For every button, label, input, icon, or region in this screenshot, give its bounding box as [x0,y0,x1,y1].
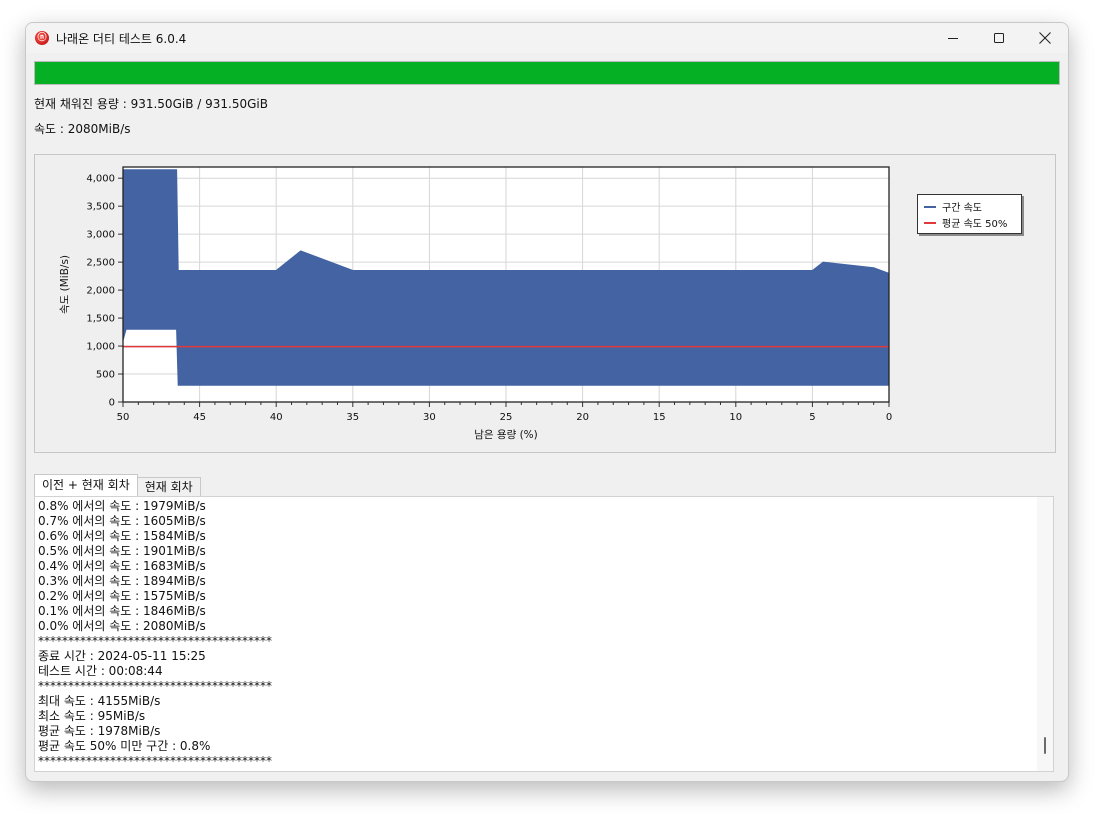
window-controls [930,23,1068,53]
log-line: 테스트 시간 : 00:08:44 [38,664,163,678]
legend-label-average: 평균 속도 50% [942,219,1008,230]
log-output[interactable]: 0.8% 에서의 속도 : 1979MiB/s 0.7% 에서의 속도 : 160… [34,496,1054,772]
legend-swatch-interval [924,205,936,208]
app-window: ⓝ 나래온 더티 테스트 6.0.4 현재 채워진 용량 : 931.50GiB… [25,22,1069,782]
log-line: 평균 속도 : 1978MiB/s [38,724,161,738]
x-tick-label: 5 [809,412,815,423]
x-tick-label: 20 [576,412,589,423]
legend-item-interval: 구간 속도 [924,199,982,214]
tab-current-round[interactable]: 현재 회차 [136,477,201,496]
x-tick-label: 35 [346,412,359,423]
legend-item-average: 평균 속도 50% [924,215,1007,230]
log-line: 종료 시간 : 2024-05-11 15:25 [38,649,206,663]
log-line: *************************************** [38,634,272,648]
log-line: *************************************** [38,754,272,768]
close-button[interactable] [1022,23,1068,53]
log-lines: 0.8% 에서의 속도 : 1979MiB/s 0.7% 에서의 속도 : 160… [38,499,272,769]
window-title: 나래온 더티 테스트 6.0.4 [56,31,187,46]
x-axis-label: 남은 용량 (%) [474,429,538,441]
speed-chart: 50 45 40 35 30 25 20 15 10 5 005001,0001,5002,0002… [59,166,892,441]
y-tick-label: 0 [109,398,115,409]
log-line: 0.2% 에서의 속도 : 1575MiB/s [38,589,206,603]
progress-bar [34,61,1060,85]
log-line: 평균 속도 50% 미만 구간 : 0.8% [38,739,211,753]
maximize-button[interactable] [976,23,1022,53]
legend-label-interval: 구간 속도 [942,203,982,214]
log-tabs: 이전 + 현재 회차 현재 회차 [34,474,201,496]
log-line: *************************************** [38,679,272,693]
close-icon [1039,32,1051,44]
log-line: 0.3% 에서의 속도 : 1894MiB/s [38,574,206,588]
log-line: 0.1% 에서의 속도 : 1846MiB/s [38,604,206,618]
log-line: 0.4% 에서의 속도 : 1683MiB/s [38,559,206,573]
y-tick-label: 3,000 [86,230,115,241]
x-tick-label: 45 [193,412,206,423]
speed-status: 속도 : 2080MiB/s [34,122,131,136]
legend-swatch-average [924,221,936,224]
y-tick-label: 4,000 [86,174,115,185]
tab-all-rounds[interactable]: 이전 + 현재 회차 [34,474,138,496]
y-tick-label: 2,500 [86,258,115,269]
x-tick-label: 30 [423,412,436,423]
minimize-button[interactable] [930,23,976,53]
y-tick-label: 2,000 [86,286,115,297]
log-scrollbar-thumb[interactable] [1044,737,1046,754]
x-tick-label: 50 [117,412,130,423]
log-line: 0.8% 에서의 속도 : 1979MiB/s [38,499,206,513]
x-tick-label: 15 [653,412,666,423]
x-tick-label: 10 [729,412,742,423]
y-tick-label: 500 [96,370,115,381]
y-axis-label: 속도 (MiB/s) [59,255,71,314]
log-line: 최대 속도 : 4155MiB/s [38,694,161,708]
speed-chart-panel: 50 45 40 35 30 25 20 15 10 5 0 0 500 1,000 1,500 2,000 2… [34,154,1056,453]
progress-fill [35,62,1059,84]
log-scrollbar[interactable] [1037,497,1053,771]
y-tick-label: 1,500 [86,314,115,325]
log-line: 0.6% 에서의 속도 : 1584MiB/s [38,529,206,543]
minimize-icon [948,38,958,39]
log-line: 0.0% 에서의 속도 : 2080MiB/s [38,619,206,633]
x-tick-label: 0 [886,412,892,423]
y-tick-label: 3,500 [86,202,115,213]
y-tick-label: 1,000 [86,342,115,353]
x-tick-label: 40 [270,412,283,423]
title-bar[interactable]: ⓝ 나래온 더티 테스트 6.0.4 [26,23,1068,53]
naraeon-logo-icon: ⓝ [35,31,49,45]
capacity-status: 현재 채워진 용량 : 931.50GiB / 931.50GiB [34,97,268,111]
x-tick-label: 25 [500,412,513,423]
chart-legend: 구간 속도 평균 속도 50% [917,194,1022,234]
maximize-icon [994,33,1004,43]
log-line: 0.7% 에서의 속도 : 1605MiB/s [38,514,206,528]
log-line: 최소 속도 : 95MiB/s [38,709,146,723]
log-line: 0.5% 에서의 속도 : 1901MiB/s [38,544,206,558]
